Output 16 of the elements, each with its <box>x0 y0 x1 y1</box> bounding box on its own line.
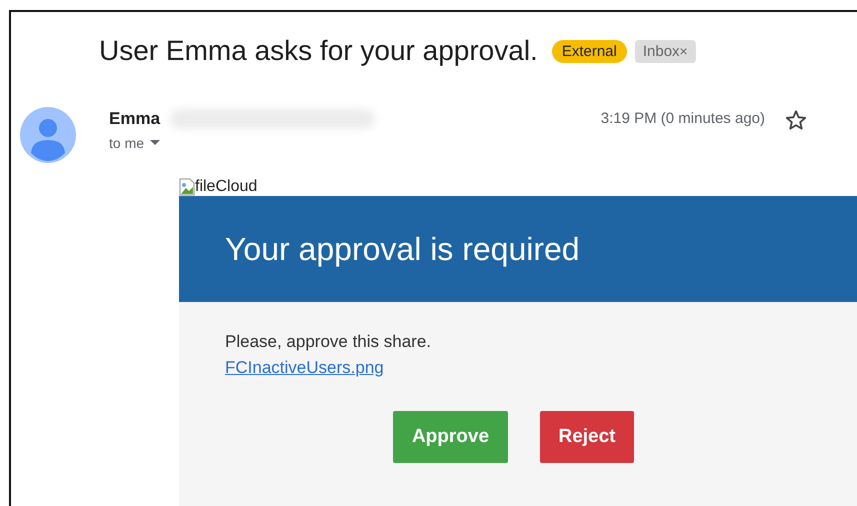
star-icon[interactable] <box>785 109 807 131</box>
label-chip[interactable]: External <box>552 40 627 62</box>
caret-icon[interactable] <box>150 140 160 146</box>
file-link[interactable]: FCInactiveUsers.png <box>225 358 384 378</box>
sender-name: Emma <box>109 109 160 129</box>
logo-alt-text: fileCloud <box>195 178 258 196</box>
avatar-icon <box>20 107 76 163</box>
message-text: Please, approve this share. <box>225 332 432 352</box>
action-button[interactable]: Reject <box>540 411 634 463</box>
action-button[interactable]: Approve <box>393 411 508 463</box>
banner-title: Your approval is required <box>225 230 580 268</box>
label-chip[interactable]: Inbox× <box>634 40 696 62</box>
recipient-text: to me <box>109 135 144 151</box>
email-subject: User Emma asks for your approval. <box>99 35 538 67</box>
broken-image-icon <box>179 178 195 196</box>
timestamp: 3:19 PM (0 minutes ago) <box>600 109 765 127</box>
